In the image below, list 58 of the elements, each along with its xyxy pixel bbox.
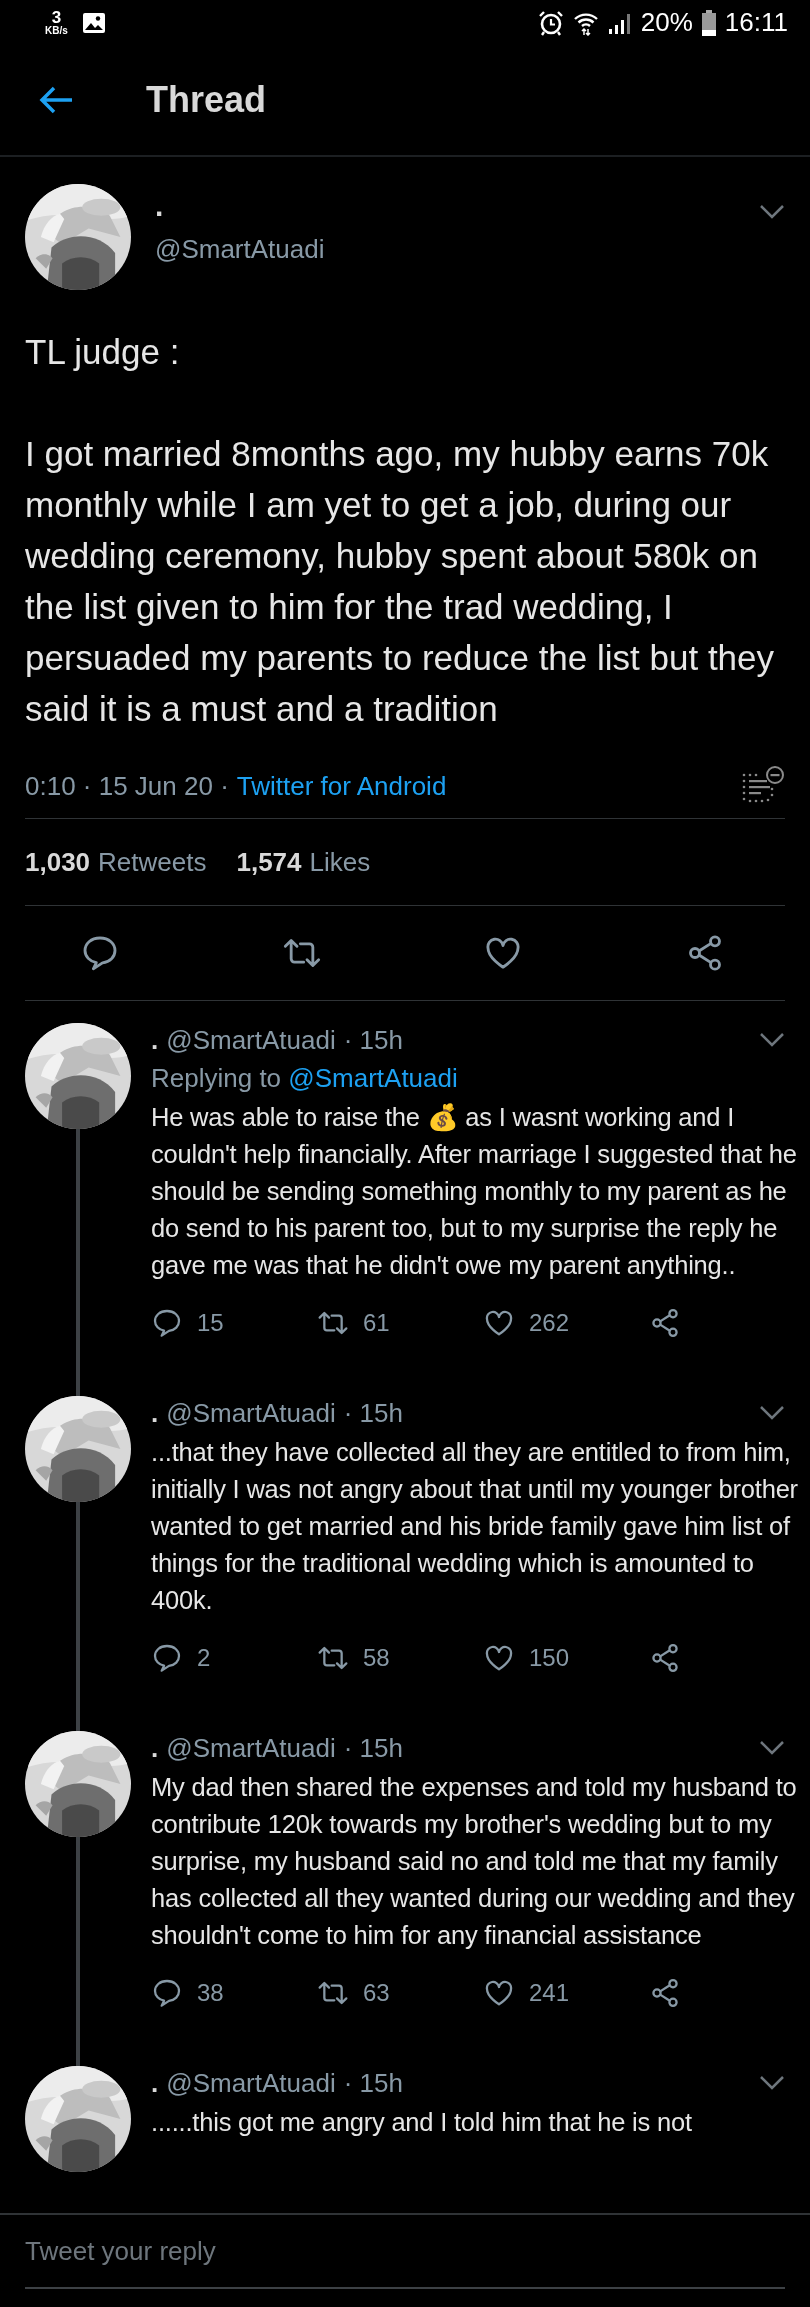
battery-percent: 20% <box>640 7 693 38</box>
tweet-text: He was able to raise the 💰 as I wasnt working and I couldn't help financially. After marriage I suggested that he should be sending something monthly to my parent as he do send to his parent too, but to my surprise the reply he gave me was that he didn't owe my parent anything.. <box>151 1102 798 1281</box>
share-icon[interactable] <box>649 1307 681 1339</box>
tweet-age: · 15h <box>343 1397 403 1429</box>
username: @SmartAtuadi <box>166 1024 336 1056</box>
source-link[interactable]: Twitter for Android <box>236 770 447 802</box>
chevron-down-icon[interactable] <box>759 1405 785 1421</box>
chevron-down-icon[interactable] <box>759 204 785 220</box>
reply-count: 2 <box>197 1644 211 1672</box>
username: @SmartAtuadi <box>166 1732 336 1764</box>
chevron-down-icon[interactable] <box>759 1740 785 1756</box>
chevron-down-icon[interactable] <box>759 2075 785 2091</box>
tweet-text: ...that they have collected all they are entitled to from him, initially I was not angry about that until my younger brother wanted to get married and his bride family gave him list of things for the traditional wedding which is amounted to 400k. <box>151 1437 799 1616</box>
like-count: 262 <box>529 1309 570 1337</box>
image-icon <box>81 11 106 34</box>
display-name: . <box>155 188 165 224</box>
display-name: . <box>151 1397 159 1429</box>
tweet-text: TL judge : <box>25 331 181 373</box>
page-title: Thread <box>146 79 267 121</box>
alarm-icon <box>537 9 564 36</box>
reply-count: 15 <box>197 1309 224 1337</box>
tweet-age: · 15h <box>343 2067 403 2099</box>
speed-unit: KB/s <box>45 26 68 36</box>
tweet-age: · 15h <box>343 1732 403 1764</box>
tweet-text: My dad then shared the expenses and told my husband to contribute 120k towards my brother's wedding but to my surprise, my husband said no and told me that my family has collected all they wanted during our wedding and they shouldn't come to him for any financial assistance <box>151 1772 798 1951</box>
mention-link[interactable]: @SmartAtuadi <box>288 1063 458 1093</box>
retweet-count: 58 <box>363 1644 390 1672</box>
retweet-count: 61 <box>363 1309 390 1337</box>
tweet-age: · 15h <box>343 1024 403 1056</box>
retweets-label[interactable]: Retweets <box>98 846 207 878</box>
reply-field[interactable]: Tweet your reply <box>25 2215 785 2289</box>
replying-label: Replying to <box>151 1063 282 1093</box>
likes-label[interactable]: Likes <box>309 846 371 878</box>
share-icon[interactable] <box>649 1642 681 1674</box>
chevron-down-icon[interactable] <box>759 1032 785 1048</box>
username: @SmartAtuadi <box>155 234 325 265</box>
display-name: . <box>151 1024 159 1056</box>
username: @SmartAtuadi <box>166 1397 336 1429</box>
like-count: 241 <box>529 1979 570 2007</box>
clock: 16:11 <box>724 7 788 38</box>
reply-icon[interactable] <box>151 1642 183 1674</box>
like-count[interactable]: 1,574 <box>236 846 302 878</box>
back-button[interactable] <box>38 85 74 115</box>
tweet-text: ......this got me angry and I told him that he is not <box>151 2107 693 2138</box>
reply-icon[interactable] <box>151 1307 183 1339</box>
reply-icon[interactable] <box>151 1977 183 2009</box>
display-name: . <box>151 1732 159 1764</box>
network-speed: 3 <box>51 9 62 26</box>
username: @SmartAtuadi <box>166 2067 336 2099</box>
retweet-count[interactable]: 1,030 <box>25 846 91 878</box>
retweet-count: 63 <box>363 1979 390 2007</box>
like-count: 150 <box>529 1644 570 1672</box>
reply-count: 38 <box>197 1979 224 2007</box>
share-icon[interactable] <box>649 1977 681 2009</box>
tweet-text: I got married 8months ago, my hubby earns 70k monthly while I am yet to get a job, during our wedding ceremony, hubby spent about 580k on the list given to him for the trad wedding, I persuaded my parents to reduce the list but they said it is a must and a tradition <box>25 433 776 730</box>
tweet-timestamp: 0:10 · 15 Jun 20 · <box>25 770 229 802</box>
battery-icon <box>701 9 716 36</box>
display-name: . <box>151 2067 159 2099</box>
